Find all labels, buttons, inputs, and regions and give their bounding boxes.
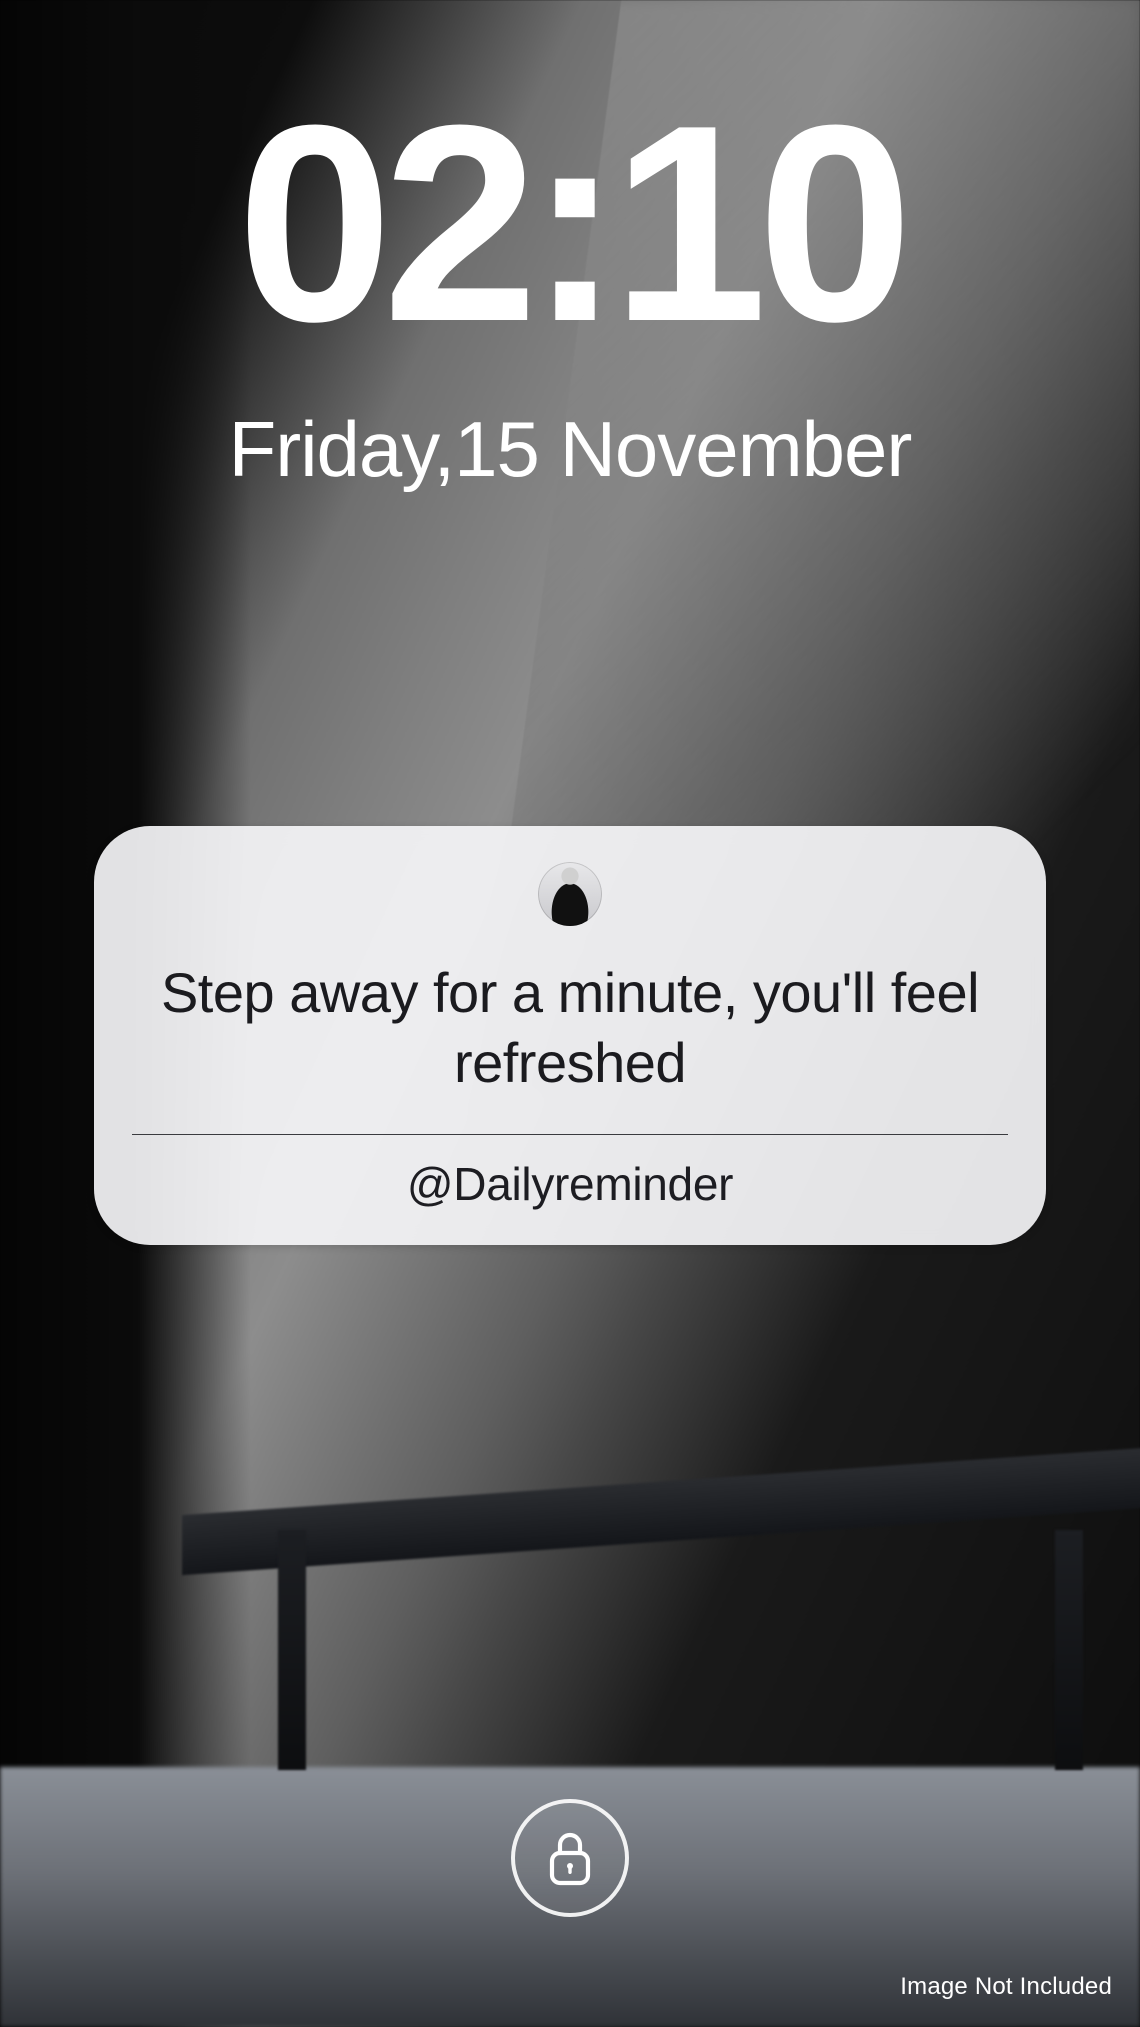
notification-avatar (538, 862, 602, 926)
lock-date: Friday,15 November (0, 404, 1140, 495)
notification-message: Step away for a minute, you'll feel refr… (138, 958, 1002, 1098)
lock-time: 02:10 (0, 84, 1140, 364)
unlock-button[interactable] (511, 1799, 629, 1917)
notification-divider (132, 1134, 1008, 1135)
attribution-text: Image Not Included (900, 1973, 1112, 2001)
lock-icon (546, 1829, 594, 1887)
wallpaper-bench (182, 1480, 1140, 1820)
notification-source: @Dailyreminder (138, 1157, 1002, 1211)
notification-card[interactable]: Step away for a minute, you'll feel refr… (94, 826, 1046, 1245)
